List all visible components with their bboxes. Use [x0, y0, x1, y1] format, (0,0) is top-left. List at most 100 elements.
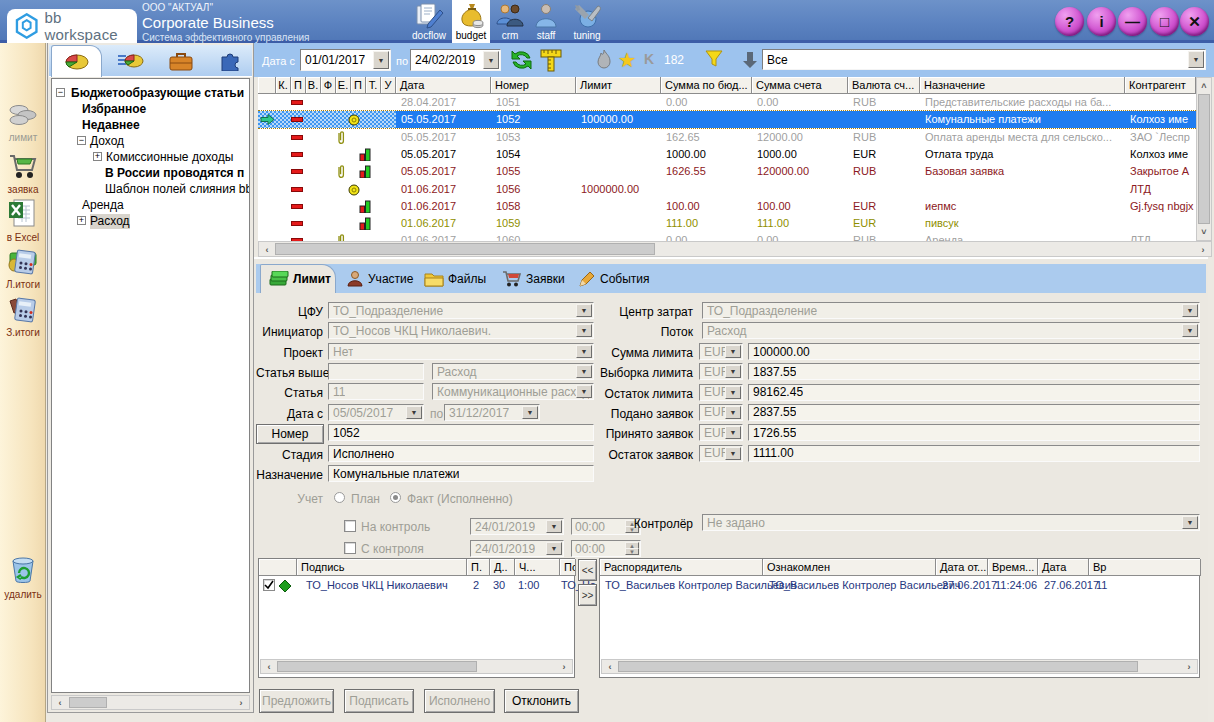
initiator-combo[interactable]: ТО_Носов ЧКЦ Николаевич.▼ — [328, 322, 594, 339]
order-row[interactable]: ТО_Васильев Контролер Васильевич ТО_Васи… — [600, 577, 1199, 595]
order-table-hscrollbar[interactable]: ‹ › — [601, 659, 1198, 674]
grid-column-header[interactable]: П — [291, 77, 306, 94]
grid-column-header[interactable]: Назначение — [920, 77, 1125, 94]
detail-date-from-combo[interactable]: 05/05/2017▼ — [328, 404, 424, 421]
dropdown-arrow-icon[interactable]: ▼ — [725, 386, 741, 399]
dropdown-arrow-icon[interactable]: ▼ — [373, 51, 389, 69]
grid-horizontal-scrollbar[interactable]: ‹ › — [258, 241, 1212, 257]
tree-horizontal-scrollbar[interactable]: ‹ › — [51, 695, 250, 710]
tab-files[interactable]: Файлы — [424, 264, 486, 293]
sum-row-value-field[interactable]: 2837.55 — [748, 404, 1200, 421]
grid-column-header[interactable]: Дата — [396, 77, 491, 94]
article-above-combo[interactable]: Расход▼ — [432, 363, 594, 380]
grid-column-header[interactable]: Лимит — [576, 77, 661, 94]
table-column-header[interactable]: Ч... — [515, 559, 560, 576]
detail-date-to-combo[interactable]: 31/12/2017▼ — [444, 404, 540, 421]
cfu-combo[interactable]: ТО_Подразделение▼ — [328, 302, 594, 319]
maximize-button[interactable]: □ — [1150, 7, 1179, 36]
ruler-icon[interactable] — [538, 47, 564, 75]
tree-item[interactable]: Избранное — [82, 102, 146, 117]
move-left-button[interactable]: << — [578, 559, 597, 581]
sum-row-currency-combo[interactable]: EUR▼ — [699, 384, 743, 401]
flame-icon[interactable] — [594, 49, 614, 73]
table-column-header[interactable]: Подпись — [297, 559, 467, 576]
move-right-button[interactable]: >> — [578, 584, 597, 606]
tree-item[interactable]: Комиссионные доходы — [106, 150, 233, 165]
tree-item[interactable]: Шаблон полей слияния bb — [105, 182, 250, 197]
dropdown-arrow-icon[interactable]: ▼ — [725, 447, 741, 460]
tab-participation[interactable]: Участие — [346, 264, 413, 293]
sum-row-value-field[interactable]: 1726.55 — [748, 424, 1200, 441]
cost-center-combo[interactable]: ТО_Подразделение▼ — [702, 302, 1200, 319]
grid-column-header[interactable]: К. — [276, 77, 291, 94]
module-crm[interactable]: crm — [492, 0, 528, 43]
table-column-header[interactable]: Дата — [1038, 559, 1089, 576]
grid-column-header[interactable]: Номер — [491, 77, 576, 94]
controller-combo[interactable]: Не задано▼ — [702, 514, 1200, 531]
grid-column-header[interactable]: Валюта сч... — [848, 77, 920, 94]
tab-limit[interactable]: Лимит — [260, 264, 336, 293]
dropdown-arrow-icon[interactable]: ▼ — [1182, 324, 1198, 337]
signature-checkbox[interactable] — [263, 579, 275, 591]
grid-vertical-scrollbar[interactable]: ˄ ˅ — [1196, 77, 1212, 241]
table-column-header[interactable]: П. — [467, 559, 490, 576]
module-docflow[interactable]: docflow — [408, 0, 450, 43]
tree-item[interactable]: Доход — [90, 134, 124, 149]
sum-row-value-field[interactable]: 100000.00 — [748, 343, 1200, 360]
date-to-combo[interactable]: 24/02/2019 ▼ — [410, 49, 501, 71]
off-control-date-combo[interactable]: 24/01/2019▼ — [470, 540, 564, 557]
sum-row-currency-combo[interactable]: EUR▼ — [699, 363, 743, 380]
tree-item[interactable]: Недавнее — [82, 118, 140, 133]
minimize-button[interactable]: — — [1118, 7, 1147, 36]
sum-row-value-field[interactable]: 98162.45 — [748, 384, 1200, 401]
close-button[interactable]: ✕ — [1180, 7, 1209, 36]
sum-row-currency-combo[interactable]: EUR▼ — [699, 343, 743, 360]
dropdown-arrow-icon[interactable]: ▼ — [576, 385, 592, 398]
module-staff[interactable]: staff — [528, 0, 564, 43]
table-column-header[interactable]: Ознакомлен — [763, 559, 936, 576]
tree-item[interactable]: Аренда — [82, 198, 124, 213]
rail-excel-button[interactable]: в Excel — [0, 198, 46, 243]
on-control-date-combo[interactable]: 24/01/2019▼ — [470, 518, 564, 535]
grid-column-header[interactable]: Контрагент — [1125, 77, 1196, 94]
grid-row[interactable]: 05.05.201710551626.55120000.00RUBБазовая… — [258, 163, 1196, 180]
sum-row-currency-combo[interactable]: EUR▼ — [699, 404, 743, 421]
table-column-header[interactable] — [259, 559, 297, 576]
tree-expander-minus-icon[interactable]: − — [77, 136, 86, 145]
table-column-header[interactable]: Вр — [1089, 559, 1201, 576]
tree-expander-plus-icon[interactable]: + — [77, 216, 86, 225]
rail-delete-button[interactable]: удалить — [0, 553, 46, 600]
grid-column-header[interactable]: Ф — [321, 77, 336, 94]
dropdown-arrow-icon[interactable]: ▼ — [406, 406, 422, 419]
filter-combo[interactable]: Все ▼ — [762, 49, 1206, 70]
tree-tab-fast-articles[interactable] — [104, 45, 155, 77]
filter-icon[interactable] — [704, 49, 724, 71]
rail-limit-totals-button[interactable]: Л.итоги — [0, 245, 46, 290]
dropdown-arrow-icon[interactable]: ▼ — [576, 304, 592, 317]
number-button[interactable]: Номер — [256, 424, 324, 444]
sort-descending-icon[interactable] — [741, 50, 759, 72]
table-column-header[interactable]: Время... — [988, 559, 1038, 576]
grid-column-header[interactable]: П — [351, 77, 366, 94]
star-icon[interactable]: ★ — [618, 48, 636, 72]
grid-column-header[interactable]: В. — [306, 77, 321, 94]
dropdown-arrow-icon[interactable]: ▼ — [1182, 516, 1198, 529]
off-control-time-spinner[interactable]: 00:00▲▼ — [571, 540, 641, 557]
propose-button[interactable]: Предложить — [259, 689, 334, 713]
grid-column-header[interactable]: Сумма счета — [752, 77, 848, 94]
on-control-checkbox[interactable] — [344, 520, 356, 532]
rail-request-button[interactable]: заявка — [0, 150, 46, 195]
purpose-field[interactable]: Комунальные платежи — [328, 465, 594, 482]
table-column-header[interactable]: Дата от... — [936, 559, 988, 576]
reject-button[interactable]: Отклонить — [504, 689, 579, 713]
article-field[interactable]: 11 — [328, 383, 424, 400]
dropdown-arrow-icon[interactable]: ▼ — [725, 345, 741, 358]
grid-row[interactable]: 01.06.20171059111.00111.00EURпивсук — [258, 215, 1196, 232]
article-combo[interactable]: Коммуникационные расходы▼ — [432, 383, 594, 400]
number-field[interactable]: 1052 — [328, 424, 594, 441]
stage-field[interactable]: Исполнено — [328, 445, 594, 462]
dropdown-arrow-icon[interactable]: ▼ — [546, 542, 562, 555]
dropdown-arrow-icon[interactable]: ▼ — [576, 365, 592, 378]
grid-column-header[interactable]: Сумма по бюд... — [661, 77, 752, 94]
grid-row[interactable]: 05.05.20171052100000.00Комунальные плате… — [258, 111, 1196, 128]
